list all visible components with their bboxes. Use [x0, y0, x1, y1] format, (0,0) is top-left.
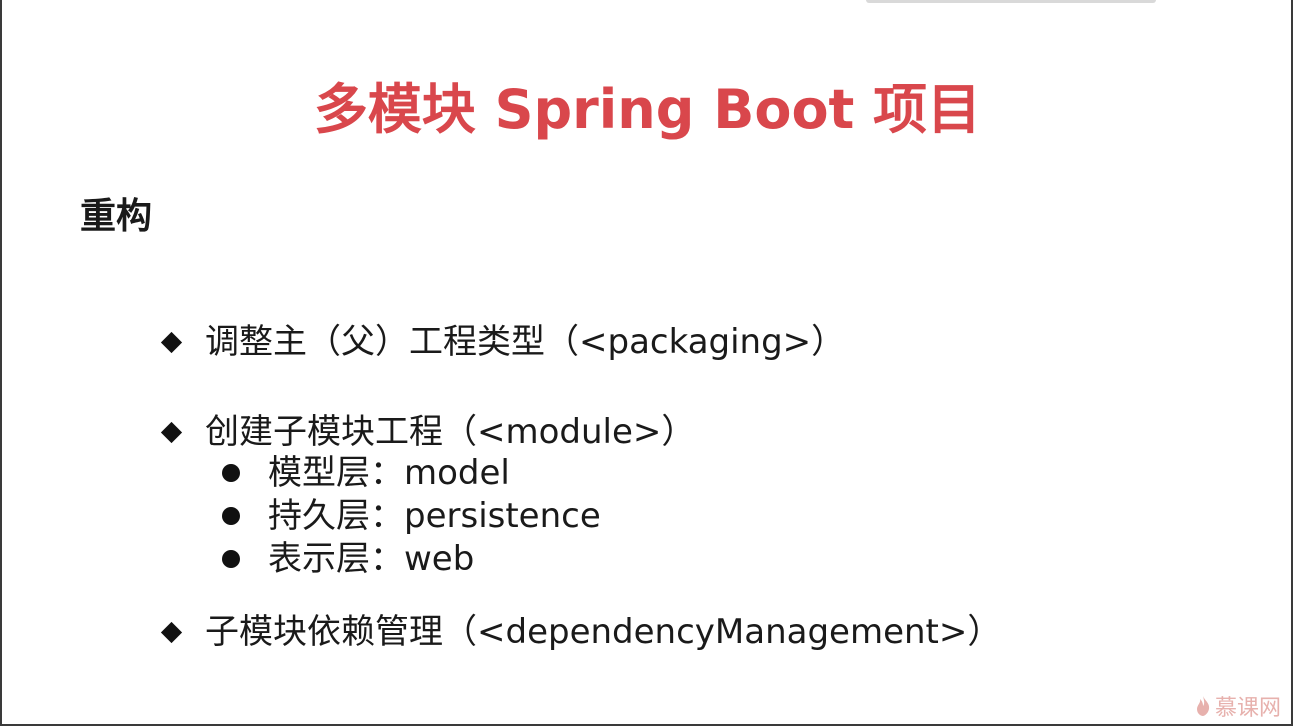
- sub-bullet-item: 表示层：web: [222, 537, 474, 581]
- bullet-text: 调整主（父）工程类型（<packaging>）: [205, 322, 846, 362]
- bullet-item: 创建子模块工程（<module>）: [160, 410, 695, 454]
- sub-bullet-text: 模型层：model: [268, 453, 510, 493]
- slide-title: 多模块 Spring Boot 项目: [313, 78, 982, 141]
- bullet-text: 子模块依赖管理（<dependencyManagement>）: [205, 612, 1002, 652]
- sub-bullet-item: 模型层：model: [222, 451, 510, 495]
- bullet-item: 调整主（父）工程类型（<packaging>）: [160, 320, 845, 364]
- window-tab-edge: [866, 0, 1156, 3]
- diamond-bullet-icon: [160, 421, 183, 443]
- bullet-item: 子模块依赖管理（<dependencyManagement>）: [160, 610, 1001, 654]
- circle-bullet-icon: [222, 464, 240, 482]
- circle-bullet-icon: [222, 550, 240, 568]
- watermark-text: 慕课网: [1214, 696, 1281, 721]
- diamond-bullet-icon: [160, 621, 183, 643]
- section-heading: 重构: [80, 196, 153, 237]
- flame-icon: [1196, 696, 1210, 716]
- diamond-bullet-icon: [160, 331, 183, 353]
- sub-bullet-text: 持久层：persistence: [268, 496, 601, 536]
- circle-bullet-icon: [222, 507, 240, 525]
- sub-bullet-item: 持久层：persistence: [222, 494, 601, 538]
- sub-bullet-text: 表示层：web: [268, 539, 475, 579]
- watermark-logo: 慕课网: [1195, 690, 1281, 722]
- bullet-text: 创建子模块工程（<module>）: [205, 412, 696, 452]
